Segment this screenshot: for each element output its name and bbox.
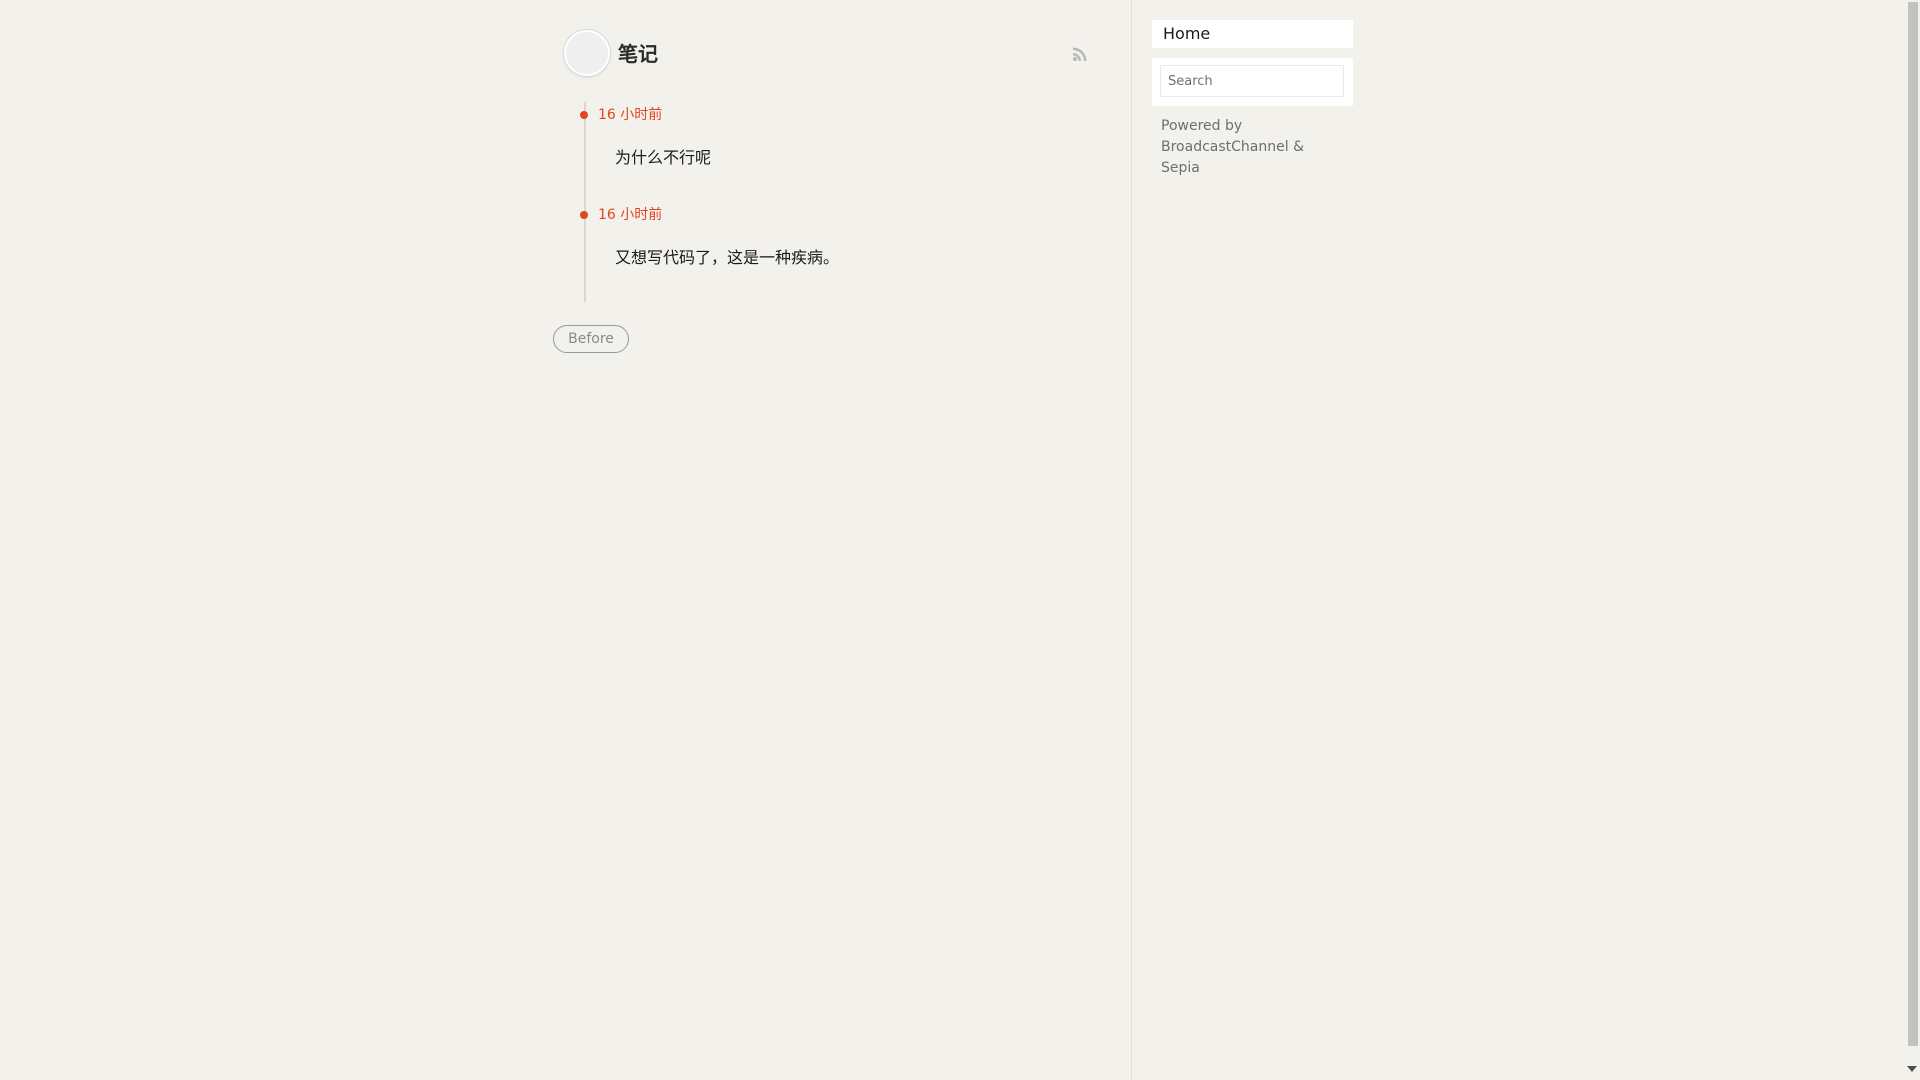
powered-by-label: Powered by — [1161, 118, 1243, 134]
channel-title[interactable]: 笔记 — [618, 38, 658, 67]
broadcastchannel-link[interactable]: BroadcastChannel — [1161, 139, 1289, 155]
post-time-link[interactable]: 16 小时前 — [598, 204, 662, 224]
post-time-link[interactable]: 16 小时前 — [598, 104, 662, 124]
timeline-dot — [580, 111, 588, 119]
scroll-down-arrow-icon[interactable] — [1907, 1066, 1917, 1072]
sidebar: Home Powered by BroadcastChannel & Sepia — [1152, 20, 1353, 179]
main-content: 笔记 16 小时前 为什么不行呢 16 小时前 又想写代码了，这是一种疾病。 B… — [552, 0, 1132, 1080]
channel-header: 笔记 — [552, 30, 1092, 76]
search-input[interactable] — [1160, 65, 1344, 97]
timeline-line — [584, 102, 586, 302]
scrollbar-thumb[interactable] — [1908, 2, 1918, 1046]
powered-by-separator: & — [1293, 139, 1304, 155]
vertical-scrollbar[interactable] — [1905, 0, 1920, 1080]
sidebar-divider — [1131, 0, 1132, 1080]
powered-by: Powered by BroadcastChannel & Sepia — [1152, 116, 1331, 179]
sepia-link[interactable]: Sepia — [1161, 160, 1200, 176]
search-box — [1152, 58, 1353, 106]
rss-icon[interactable] — [1070, 44, 1090, 64]
nav-home-link[interactable]: Home — [1152, 20, 1353, 48]
post-text: 为什么不行呢 — [615, 148, 712, 167]
channel-avatar[interactable] — [564, 30, 610, 76]
timeline-dot — [580, 211, 588, 219]
before-button[interactable]: Before — [553, 325, 629, 353]
post-text: 又想写代码了，这是一种疾病。 — [615, 248, 840, 267]
